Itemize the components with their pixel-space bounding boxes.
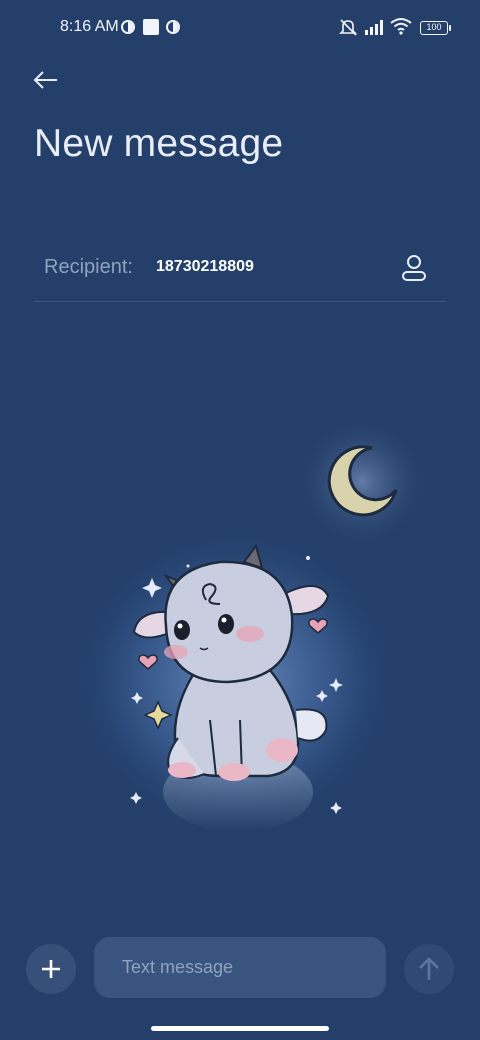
goat-illustration: [65, 414, 430, 840]
send-button[interactable]: [404, 944, 454, 994]
app-status-icon: [166, 20, 180, 34]
wifi-icon: [390, 18, 412, 35]
send-arrow-icon: [419, 957, 439, 980]
app-status-icon: [121, 20, 135, 34]
page-title: New message: [34, 122, 284, 165]
moon-icon: [294, 414, 430, 550]
wallpaper-illustration: [0, 414, 480, 880]
plus-icon: [42, 960, 60, 978]
recipient-label: Recipient:: [44, 256, 133, 278]
back-button[interactable]: [28, 62, 64, 98]
contact-picker-button[interactable]: [396, 250, 432, 286]
back-arrow-icon: [33, 71, 57, 89]
message-input-container[interactable]: [94, 937, 386, 998]
recipient-value[interactable]: 18730218809: [156, 258, 254, 276]
recipient-field[interactable]: Recipient: 18730218809: [34, 240, 446, 302]
home-indicator[interactable]: [151, 1026, 329, 1031]
square-status-icon: [143, 19, 159, 35]
contact-icon: [402, 255, 426, 281]
status-bar: 8:16 AM 100: [0, 0, 480, 56]
status-time: 8:16 AM: [60, 18, 119, 35]
battery-icon: 100: [420, 21, 451, 35]
signal-icon: [365, 20, 383, 35]
add-attachment-button[interactable]: [26, 944, 76, 994]
message-input[interactable]: [94, 937, 386, 998]
mute-icon: [339, 19, 357, 36]
